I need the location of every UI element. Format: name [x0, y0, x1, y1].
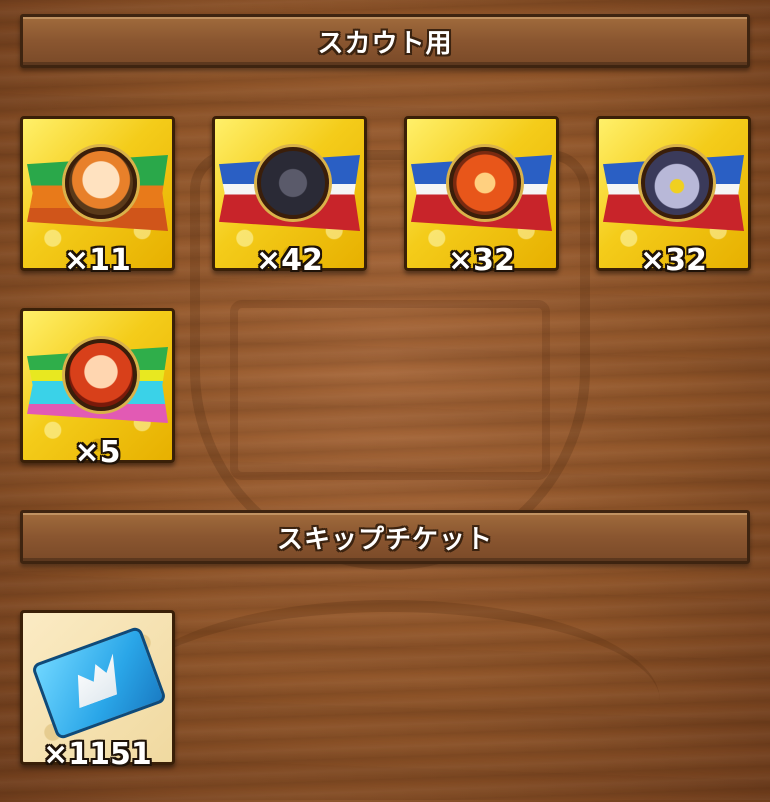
section-title: スカウト用 [317, 28, 453, 59]
background-laurel [120, 600, 660, 802]
wing-icon [66, 654, 127, 709]
item-count: ×32 [640, 243, 707, 278]
scout-ticket-monster-icon [641, 147, 713, 219]
skip-ticket-icon [30, 625, 168, 741]
background-emblem-inner [230, 300, 550, 480]
section-header-scout: スカウト用 [20, 14, 750, 68]
item-count: ×1151 [43, 737, 152, 772]
scout-ticket-witch-icon [65, 147, 137, 219]
item-count: ×42 [256, 243, 323, 278]
scout-ticket-bird-icon [449, 147, 521, 219]
skip-ticket-item[interactable]: ×1151 [20, 610, 175, 772]
item-count: ×11 [64, 243, 131, 278]
scout-ticket-item[interactable]: ×32 [404, 116, 559, 278]
item-count: ×5 [74, 435, 121, 470]
scout-ticket-item[interactable]: ×11 [20, 116, 175, 278]
item-count: ×32 [448, 243, 515, 278]
scout-ticket-dragon-icon [257, 147, 329, 219]
section-header-skip-ticket: スキップチケット [20, 510, 750, 564]
section-title: スキップチケット [276, 524, 493, 555]
scout-ticket-heroine-icon [65, 339, 137, 411]
scout-ticket-item[interactable]: ×32 [596, 116, 751, 278]
scout-ticket-item[interactable]: ×5 [20, 308, 175, 470]
scout-ticket-item[interactable]: ×42 [212, 116, 367, 278]
